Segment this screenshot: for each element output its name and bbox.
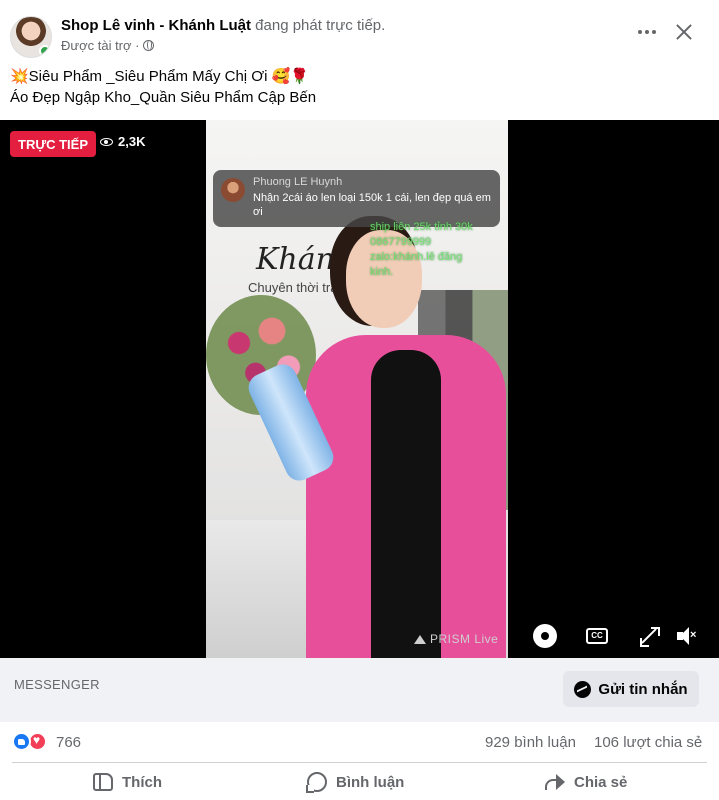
close-icon[interactable] (672, 20, 696, 44)
viewer-count-text: 2,3K (118, 134, 146, 149)
share-label: Chia sẻ (574, 773, 628, 791)
overlay-line: ship liên 25k tỉnh 30k (370, 221, 473, 233)
wall-brand-subtitle: Chuyên thời tran (248, 280, 345, 295)
sponsored-label: Được tài trợ · (61, 38, 155, 53)
captions-icon[interactable]: CC (584, 623, 610, 649)
messenger-label: MESSENGER (14, 677, 100, 692)
shop-info-overlay: ship liên 25k tỉnh 30k 0867799999 zalo:k… (370, 220, 495, 280)
reaction-icons[interactable] (12, 732, 47, 751)
like-label: Thích (122, 773, 162, 791)
like-button[interactable]: Thích (93, 767, 162, 797)
dot-icon (652, 30, 656, 34)
messenger-cta-bar: MESSENGER Gửi tin nhắn (0, 658, 719, 722)
commenter-avatar (221, 178, 245, 202)
more-options-button[interactable] (634, 20, 660, 44)
dot-icon (645, 30, 649, 34)
online-status-dot (39, 45, 51, 57)
gear-icon[interactable] (532, 623, 558, 649)
caption-line: 💥Siêu Phẩm _Siêu Phẩm Mấy Chị Ơi 🥰🌹 (10, 68, 309, 85)
share-count[interactable]: 106 lượt chia sẻ (594, 734, 702, 751)
mute-mark: × (690, 629, 697, 641)
presenter-top (371, 350, 441, 658)
comment-label: Bình luận (336, 773, 405, 791)
caption-line: Áo Đẹp Ngập Kho_Quần Siêu Phẩm Cập Bến (10, 89, 317, 106)
sponsored-text[interactable]: Được tài trợ · (61, 38, 139, 53)
post-caption: 💥Siêu Phẩm _Siêu Phẩm Mấy Chị Ơi 🥰🌹 Áo Đ… (10, 66, 316, 108)
page-name-link[interactable]: Shop Lê vinh - Khánh Luật (61, 17, 251, 34)
thumbs-up-icon (93, 773, 113, 791)
cc-label: CC (586, 628, 608, 644)
watermark-text: PRISM Live (430, 632, 499, 646)
viewer-count: 2,3K (100, 134, 145, 149)
engagement-stats: 766 929 bình luận 106 lượt chia sẻ (0, 722, 719, 762)
overlay-line: zalo:khánh.lê đăng (370, 251, 463, 263)
overlay-line: 0867799999 (370, 236, 432, 248)
post-header-title: Shop Lê vinh - Khánh Luật đang phát trực… (61, 17, 385, 34)
eye-icon (100, 137, 113, 146)
volume-muted-icon[interactable]: × (674, 623, 700, 649)
prism-live-watermark: PRISM Live (414, 632, 498, 646)
comment-icon (306, 772, 327, 793)
fullscreen-icon[interactable] (636, 623, 662, 649)
page-avatar[interactable] (10, 16, 52, 58)
post-card: Shop Lê vinh - Khánh Luật đang phát trực… (0, 0, 719, 800)
live-status-text: đang phát trực tiếp. (255, 17, 386, 34)
send-message-button[interactable]: Gửi tin nhắn (563, 671, 699, 707)
live-comment-overlay: Phuong LE Huynh Nhận 2cái áo len loại 15… (213, 170, 500, 227)
wall-brand-logo: Khánh (256, 242, 355, 277)
comment-button[interactable]: Bình luận (306, 767, 405, 797)
dot-icon (638, 30, 642, 34)
globe-icon (143, 40, 155, 51)
share-button[interactable]: Chia sẻ (545, 767, 627, 797)
send-message-label: Gửi tin nhắn (598, 680, 688, 698)
like-reaction-icon (12, 732, 31, 751)
overlay-line: kinh. (370, 266, 394, 278)
comment-text: Nhận 2cái áo len loại 150k 1 cái, len đẹ… (253, 192, 491, 218)
prism-icon (414, 634, 426, 644)
commenter-name: Phuong LE Huynh (253, 176, 343, 188)
live-video-player[interactable]: Khánh Chuyên thời tran TRỰC TIẾP 2,3K Ph… (0, 120, 719, 658)
messenger-icon (574, 680, 592, 698)
reaction-count[interactable]: 766 (56, 734, 81, 751)
comment-count[interactable]: 929 bình luận (485, 734, 576, 751)
live-badge: TRỰC TIẾP (10, 131, 97, 157)
post-action-bar: Thích Bình luận Chia sẻ (0, 763, 719, 800)
share-icon (545, 774, 565, 790)
